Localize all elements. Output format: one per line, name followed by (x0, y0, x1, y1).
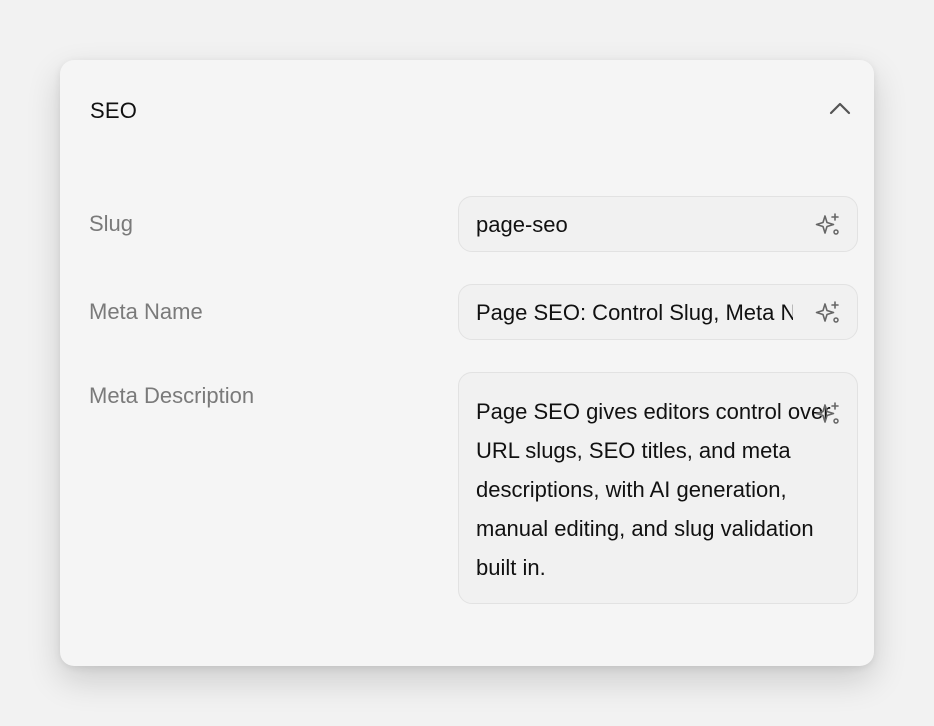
slug-input-value: page-seo (476, 212, 568, 237)
seo-panel-title: SEO (90, 98, 138, 123)
seo-panel: SEO Slug page-seo Meta Name Page SEO: Co… (60, 60, 874, 666)
meta-description-label: Meta Description (89, 383, 255, 408)
meta-name-input[interactable]: Page SEO: Control Slug, Meta Name & Desc… (458, 284, 858, 340)
sparkles-icon[interactable] (815, 300, 841, 326)
slug-input[interactable]: page-seo (458, 196, 858, 252)
slug-label: Slug (89, 211, 134, 236)
slug-row: Slug page-seo (60, 196, 874, 252)
seo-panel-header[interactable]: SEO (60, 60, 874, 160)
meta-description-value: Page SEO gives editors control over URL … (476, 399, 831, 580)
chevron-up-icon (829, 102, 851, 115)
meta-description-row: Meta Description Page SEO gives editors … (60, 372, 874, 604)
sparkles-icon[interactable] (815, 212, 841, 238)
sparkles-icon[interactable] (815, 401, 841, 427)
meta-description-textarea[interactable]: Page SEO gives editors control over URL … (458, 372, 858, 604)
collapse-button[interactable] (826, 94, 854, 122)
meta-name-row: Meta Name Page SEO: Control Slug, Meta N… (60, 284, 874, 340)
meta-name-input-value: Page SEO: Control Slug, Meta Name & Desc… (476, 300, 793, 325)
meta-name-label: Meta Name (89, 299, 203, 324)
